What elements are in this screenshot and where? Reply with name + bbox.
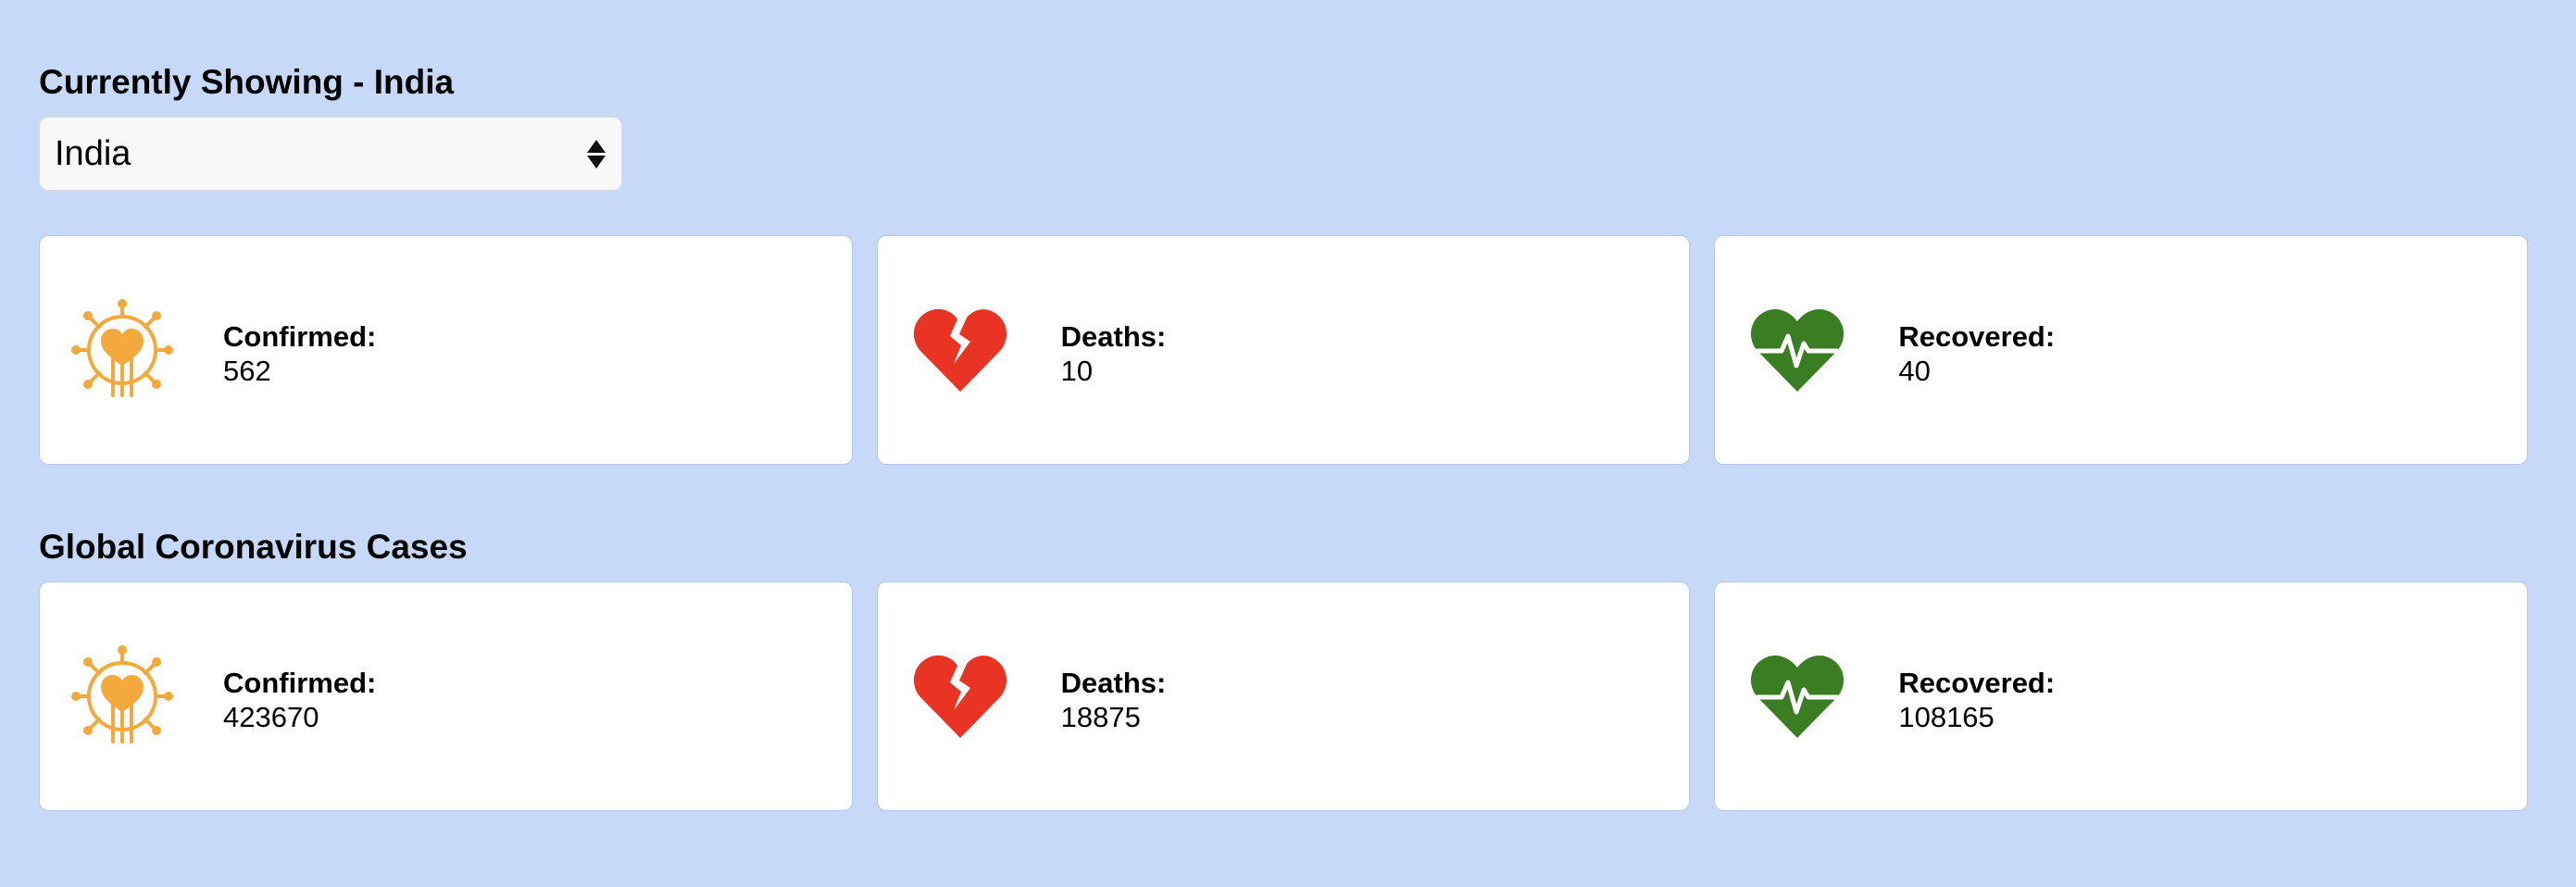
recovered-label: Recovered:: [1898, 667, 2056, 699]
global-recovered-card: Recovered: 108165: [1714, 581, 2529, 811]
deaths-value: 18875: [1060, 701, 1141, 734]
select-arrows-icon: [586, 135, 606, 172]
recovered-label: Recovered:: [1898, 320, 2056, 353]
confirmed-label: Confirmed:: [223, 667, 377, 699]
current-stats-row: Confirmed: 562 Deaths: 10 Recovered: 40: [39, 235, 2529, 465]
confirmed-value: 562: [223, 355, 271, 388]
virus-icon: [71, 645, 173, 747]
current-section-title: Currently Showing - India: [39, 63, 455, 101]
deaths-value: 10: [1060, 355, 1094, 388]
global-confirmed-card: Confirmed: 423670: [39, 581, 853, 811]
confirmed-label: Confirmed:: [223, 320, 377, 353]
current-deaths-card: Deaths: 10: [876, 235, 1691, 465]
global-stats-row: Confirmed: 423670 Deaths: 18875 Recovere…: [39, 581, 2529, 811]
current-recovered-card: Recovered: 40: [1714, 235, 2529, 465]
heartbeat-icon: [1746, 645, 1848, 747]
broken-heart-icon: [909, 299, 1011, 401]
country-select[interactable]: India: [39, 117, 622, 191]
recovered-value: 108165: [1898, 701, 1995, 734]
deaths-label: Deaths:: [1060, 320, 1167, 353]
global-section-title: Global Coronavirus Cases: [39, 528, 468, 566]
virus-icon: [71, 299, 173, 401]
current-confirmed-card: Confirmed: 562: [39, 235, 853, 465]
country-select-value: India: [55, 134, 131, 173]
recovered-value: 40: [1898, 355, 1931, 388]
deaths-label: Deaths:: [1060, 667, 1167, 699]
global-deaths-card: Deaths: 18875: [876, 581, 1691, 811]
broken-heart-icon: [909, 645, 1011, 747]
confirmed-value: 423670: [223, 701, 319, 734]
heartbeat-icon: [1746, 299, 1848, 401]
